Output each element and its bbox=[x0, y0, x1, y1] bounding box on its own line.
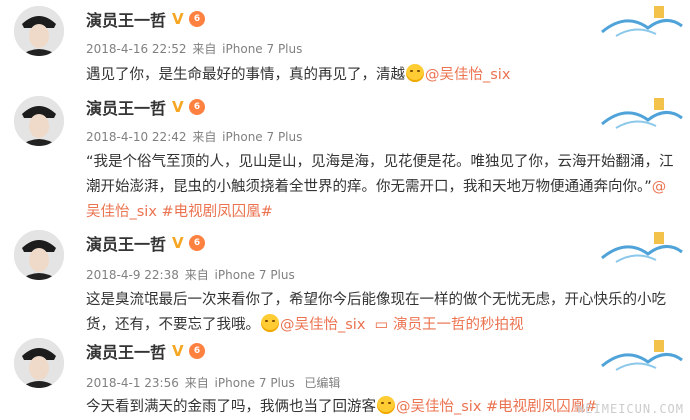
source-label: 来自 bbox=[184, 376, 209, 390]
post-text: 遇见了你，是生命最好的事情，真的再见了，清越 @吴佳怡_six bbox=[86, 63, 676, 88]
card-decoration-icon bbox=[601, 98, 683, 129]
post-body: “我是个俗气至顶的人，见山是山，见海是海，见花便是花。唯独见了你，云海开始翻涌，… bbox=[86, 154, 674, 195]
mention-link[interactable]: @吴佳怡_six bbox=[280, 317, 365, 333]
vip-badge-icon: 6 bbox=[189, 11, 206, 27]
avatar[interactable] bbox=[14, 338, 64, 388]
source-label: 来自 bbox=[192, 42, 217, 56]
avatar[interactable] bbox=[14, 6, 64, 56]
post-meta: 2018-4-9 22:38 来自 iPhone 7 Plus bbox=[86, 266, 297, 283]
post-body: 今天看到满天的金雨了吗，我俩也当了回游客 bbox=[86, 399, 376, 415]
vip-badge-icon: 6 bbox=[189, 343, 206, 359]
post-meta: 2018-4-16 22:52 来自 iPhone 7 Plus bbox=[86, 40, 304, 57]
author-row: 演员王一哲 V 6 bbox=[86, 231, 206, 255]
smile-emoji-icon bbox=[406, 64, 424, 82]
site-watermark: WEIMEICUN.COM bbox=[577, 402, 684, 416]
smile-emoji-icon bbox=[377, 396, 395, 414]
card-decoration-icon bbox=[601, 340, 683, 371]
video-icon: ▭ bbox=[374, 317, 389, 333]
vip-badge-icon: 6 bbox=[189, 99, 206, 115]
author-name[interactable]: 演员王一哲 bbox=[86, 95, 166, 119]
verified-v-icon: V bbox=[172, 98, 184, 116]
device-name[interactable]: iPhone 7 Plus bbox=[215, 268, 295, 282]
device-name[interactable]: iPhone 7 Plus bbox=[215, 376, 295, 390]
post-text: “我是个俗气至顶的人，见山是山，见海是海，见花便是花。唯独见了你，云海开始翻涌，… bbox=[86, 150, 676, 225]
verified-v-icon: V bbox=[172, 10, 184, 28]
device-name[interactable]: iPhone 7 Plus bbox=[222, 42, 302, 56]
smile-emoji-icon bbox=[261, 314, 279, 332]
edited-label[interactable]: 已编辑 bbox=[304, 376, 340, 390]
post-date[interactable]: 2018-4-10 22:42 bbox=[86, 130, 187, 144]
post-meta: 2018-4-10 22:42 来自 iPhone 7 Plus bbox=[86, 128, 304, 145]
author-row: 演员王一哲 V 6 bbox=[86, 95, 206, 119]
video-link-label: 演员王一哲的秒拍视 bbox=[392, 317, 524, 333]
verified-v-icon: V bbox=[172, 234, 184, 252]
author-row: 演员王一哲 V 6 bbox=[86, 339, 206, 363]
author-name[interactable]: 演员王一哲 bbox=[86, 339, 166, 363]
post-body: 遇见了你，是生命最好的事情，真的再见了，清越 bbox=[86, 67, 405, 83]
post-meta: 2018-4-1 23:56 来自 iPhone 7 Plus 已编辑 bbox=[86, 374, 342, 391]
topic-link[interactable]: #电视剧凤囚凰# bbox=[162, 204, 273, 220]
device-name[interactable]: iPhone 7 Plus bbox=[222, 130, 302, 144]
card-decoration-icon bbox=[601, 6, 683, 37]
post-date[interactable]: 2018-4-9 22:38 bbox=[86, 268, 179, 282]
author-row: 演员王一哲 V 6 bbox=[86, 7, 206, 31]
avatar[interactable] bbox=[14, 96, 64, 146]
author-name[interactable]: 演员王一哲 bbox=[86, 7, 166, 31]
post-date[interactable]: 2018-4-1 23:56 bbox=[86, 376, 179, 390]
source-label: 来自 bbox=[184, 268, 209, 282]
source-label: 来自 bbox=[192, 130, 217, 144]
mention-link[interactable]: @吴佳怡_six bbox=[396, 399, 481, 415]
mention-link[interactable]: @吴佳怡_six bbox=[425, 67, 510, 83]
author-name[interactable]: 演员王一哲 bbox=[86, 231, 166, 255]
post-text: 这是臭流氓最后一次来看你了，希望你今后能像现在一样的做个无忧无虑，开心快乐的小吃… bbox=[86, 288, 681, 338]
avatar[interactable] bbox=[14, 230, 64, 280]
vip-badge-icon: 6 bbox=[189, 235, 206, 251]
video-link[interactable]: ▭ 演员王一哲的秒拍视 bbox=[375, 317, 524, 333]
post-date[interactable]: 2018-4-16 22:52 bbox=[86, 42, 187, 56]
verified-v-icon: V bbox=[172, 342, 184, 360]
card-decoration-icon bbox=[601, 232, 683, 263]
